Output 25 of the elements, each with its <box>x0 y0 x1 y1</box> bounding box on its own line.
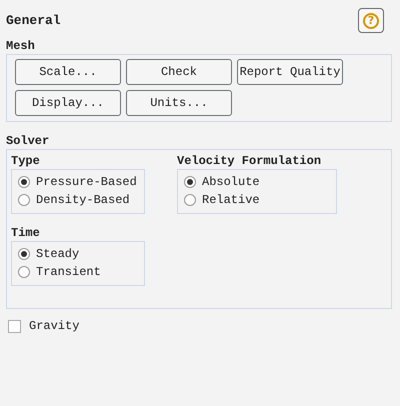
section-label: Mesh <box>6 39 36 53</box>
option-label: Pressure-Based <box>36 175 137 189</box>
section-label: Solver <box>6 134 50 148</box>
radio-option[interactable]: Relative <box>184 191 330 209</box>
checkbox[interactable] <box>8 320 21 332</box>
checkbox-label: Gravity <box>29 319 80 333</box>
mesh-button[interactable]: Check <box>126 59 232 85</box>
radio-option[interactable]: Steady <box>18 245 138 263</box>
group-label: Type <box>11 154 41 168</box>
mesh-button[interactable]: Report Quality <box>237 59 343 85</box>
radio-option[interactable]: Transient <box>18 263 138 281</box>
option-label: Absolute <box>202 175 260 189</box>
option-label: Transient <box>36 265 101 279</box>
mesh-button[interactable]: Scale... <box>15 59 121 85</box>
radio-option[interactable]: Density-Based <box>18 191 138 209</box>
radio-option[interactable]: Absolute <box>184 173 330 191</box>
option-label: Steady <box>36 247 80 261</box>
group-label: Time <box>11 226 41 240</box>
option-label: Density-Based <box>36 193 130 207</box>
mesh-button[interactable]: Units... <box>126 90 232 116</box>
panel-title: General <box>6 13 61 28</box>
group-label: Velocity Formulation <box>177 154 322 168</box>
radio-option[interactable]: Pressure-Based <box>18 173 138 191</box>
option-label: Relative <box>202 193 260 207</box>
mesh-button[interactable]: Display... <box>15 90 121 116</box>
